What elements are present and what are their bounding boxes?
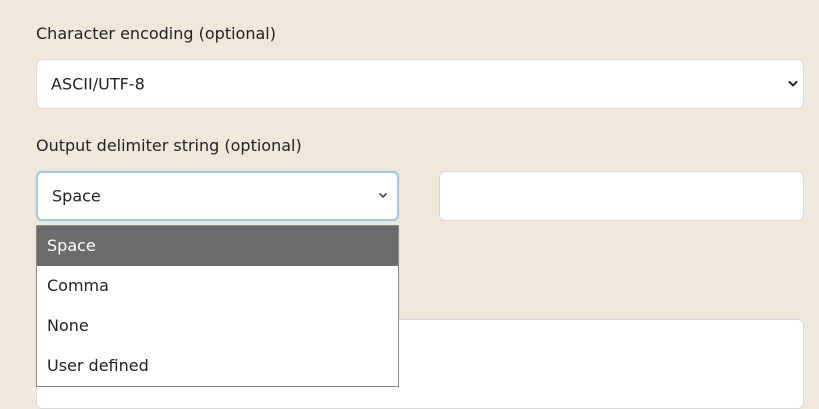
dropdown-option-space[interactable]: Space [37,226,398,266]
character-encoding-label: Character encoding (optional) [36,24,276,43]
output-delimiter-select[interactable]: Space [36,171,399,221]
custom-delimiter-input[interactable] [439,171,804,221]
delimiter-dropdown-list: Space Comma None User defined [36,225,399,387]
dropdown-option-none[interactable]: None [37,306,398,346]
dropdown-option-user-defined[interactable]: User defined [37,346,398,386]
character-encoding-value: ASCII/UTF-8 [51,74,145,94]
output-delimiter-label: Output delimiter string (optional) [36,136,302,155]
character-encoding-select[interactable]: ASCII/UTF-8 [36,59,804,109]
dropdown-option-comma[interactable]: Comma [37,266,398,306]
chevron-down-icon [788,80,798,87]
chevron-down-icon [379,193,387,198]
output-delimiter-value: Space [52,186,101,206]
